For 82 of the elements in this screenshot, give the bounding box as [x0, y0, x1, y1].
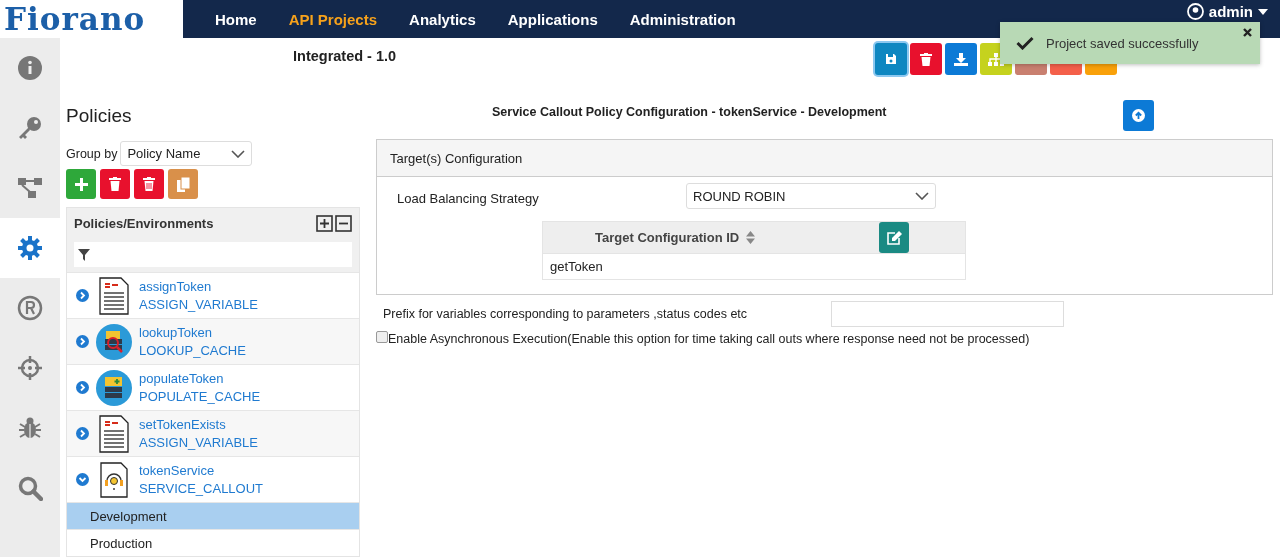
policy-name[interactable]: setTokenExists	[139, 417, 258, 432]
headset-document-icon	[100, 461, 128, 498]
chevron-icon	[231, 149, 246, 158]
toast-message: Project saved successfully	[1046, 35, 1199, 51]
action-button[interactable]	[134, 169, 164, 199]
database-add-icon	[96, 369, 132, 406]
toolbar-button[interactable]	[945, 43, 977, 75]
trash-icon	[920, 52, 932, 66]
strategy-label: Load Balancing Strategy	[397, 191, 540, 206]
strategy-select[interactable]: ROUND ROBIN	[686, 183, 936, 209]
section-title: Policies	[66, 105, 133, 127]
collapse-all-icon[interactable]	[335, 214, 352, 232]
bug-icon	[17, 415, 43, 441]
document-icon	[99, 276, 129, 315]
filter-field[interactable]	[74, 242, 352, 267]
check-icon	[1016, 36, 1034, 50]
policy-type: SERVICE_CALLOUT	[139, 481, 264, 496]
policy-type: ASSIGN_VARIABLE	[139, 297, 258, 312]
nav-link[interactable]: API Projects	[288, 10, 378, 28]
action-button[interactable]	[168, 169, 198, 199]
sort-icon[interactable]	[746, 231, 756, 244]
user-icon	[1186, 3, 1204, 20]
policy-type: LOOKUP_CACHE	[139, 343, 246, 358]
prefix-label: Prefix for variables corresponding to parameters ,status codes etc	[383, 307, 748, 321]
group-by-label: Group by	[66, 146, 118, 161]
floppy-icon	[885, 53, 897, 65]
gear-icon	[17, 235, 43, 261]
nav-link[interactable]: Analytics	[409, 10, 476, 28]
chevron-down-icon[interactable]	[76, 473, 89, 486]
async-checkbox[interactable]	[376, 331, 388, 343]
database-search-icon	[96, 323, 132, 360]
group-by-select[interactable]: Policy Name	[120, 141, 253, 166]
chevron-right-icon[interactable]	[76, 289, 89, 302]
caret-icon[interactable]	[1258, 8, 1268, 15]
nav-link[interactable]: Administration	[629, 10, 736, 28]
close-icon[interactable]	[1243, 28, 1252, 37]
key-icon	[17, 115, 43, 141]
toolbar-button[interactable]	[910, 43, 942, 75]
info-icon	[17, 55, 43, 81]
filter-icon	[78, 248, 90, 261]
download-icon	[954, 52, 968, 66]
async-label: Enable Asynchronous Execution(Enable this option for time taking call outs where response need not be processed)	[388, 332, 1030, 346]
registered-icon	[17, 295, 43, 321]
chevron-right-icon[interactable]	[76, 335, 89, 348]
document-icon	[99, 414, 129, 453]
project-title: Integrated - 1.0	[293, 48, 397, 64]
action-button[interactable]	[66, 169, 96, 199]
panel-title: Target(s) Configuration	[390, 150, 523, 166]
policy-type: ASSIGN_VARIABLE	[139, 435, 258, 450]
table-cell: getToken	[543, 253, 965, 279]
policy-name[interactable]: populateToken	[139, 371, 261, 386]
arrow-up-icon	[1132, 109, 1145, 122]
policy-name[interactable]: assignToken	[139, 279, 258, 294]
upload-button[interactable]	[1123, 100, 1154, 131]
plus-icon	[74, 177, 88, 191]
column-header[interactable]: Target Configuration ID	[595, 230, 740, 245]
environment-item[interactable]: Development	[67, 502, 359, 529]
logo: Fiorano	[4, 3, 146, 35]
hierarchy-icon	[17, 175, 43, 201]
chevron-right-icon[interactable]	[76, 381, 89, 394]
toolbar-button[interactable]	[875, 43, 907, 75]
policy-name[interactable]: lookupToken	[139, 325, 246, 340]
user-name[interactable]: admin	[1208, 3, 1253, 20]
policy-type: POPULATE_CACHE	[139, 389, 261, 404]
prefix-field[interactable]	[831, 301, 1064, 327]
environment-item[interactable]: Production	[67, 529, 359, 556]
policy-name[interactable]: tokenService	[139, 463, 264, 478]
trash-icon	[109, 177, 121, 191]
nav-link[interactable]: Applications	[507, 10, 598, 28]
chevron-right-icon[interactable]	[76, 427, 89, 440]
config-title: Service Callout Policy Configuration - tokenService - Development	[492, 105, 887, 119]
trash-icon	[143, 177, 155, 191]
edit-button[interactable]	[879, 222, 909, 253]
crosshair-icon	[17, 355, 43, 381]
search-icon	[17, 475, 43, 501]
panel-title: Policies/Environments	[74, 215, 214, 231]
expand-all-icon[interactable]	[316, 214, 333, 232]
copy-icon	[176, 176, 190, 192]
action-button[interactable]	[100, 169, 130, 199]
edit-icon	[886, 230, 902, 245]
chevron-icon	[915, 192, 929, 200]
nav-link[interactable]: Home	[215, 10, 257, 28]
